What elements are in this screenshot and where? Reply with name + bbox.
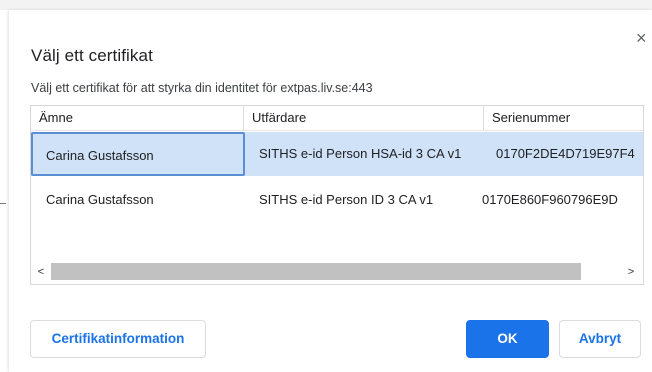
row-subject-cell: Carina Gustafsson [31,132,245,176]
dialog-subtitle: Välj ett certifikat för att styrka din i… [31,81,373,95]
scroll-left-icon[interactable]: < [34,265,48,279]
scroll-right-icon[interactable]: > [624,265,638,279]
row-issuer-cell: SITHS e-id Person HSA-id 3 CA v1 [259,146,462,161]
horizontal-scrollbar[interactable]: < > [31,261,643,283]
cancel-button[interactable]: Avbryt [559,320,641,358]
ok-button[interactable]: OK [466,320,549,358]
row-subject-cell: Carina Gustafsson [46,192,154,207]
column-header-issuer[interactable]: Utfärdare [243,106,483,130]
scrollbar-thumb[interactable] [51,263,581,280]
certificate-dialog: × Välj ett certifikat Välj ett certifika… [9,10,652,372]
row-serial-cell: 0170E860F960796E9D [482,192,618,207]
table-header: Ämne Utfärdare Serienummer [31,106,643,131]
close-icon[interactable]: × [636,29,650,47]
row-serial-cell: 0170F2DE4D719E97F4 [496,146,635,161]
row-issuer-cell: SITHS e-id Person ID 3 CA v1 [259,192,434,207]
column-header-serial[interactable]: Serienummer [483,106,643,130]
dialog-title: Välj ett certifikat [31,46,153,65]
certificate-info-button[interactable]: Certifikatinformation [30,320,206,358]
table-row[interactable]: Carina Gustafsson SITHS e-id Person ID 3… [31,178,643,222]
certificate-table: Ämne Utfärdare Serienummer Carina Gustaf… [30,105,644,285]
background-divider [0,203,6,204]
column-header-subject[interactable]: Ämne [31,106,243,130]
page: × Välj ett certifikat Välj ett certifika… [0,0,652,372]
background-strip [0,0,652,10]
table-row[interactable]: Carina Gustafsson SITHS e-id Person HSA-… [31,132,643,176]
